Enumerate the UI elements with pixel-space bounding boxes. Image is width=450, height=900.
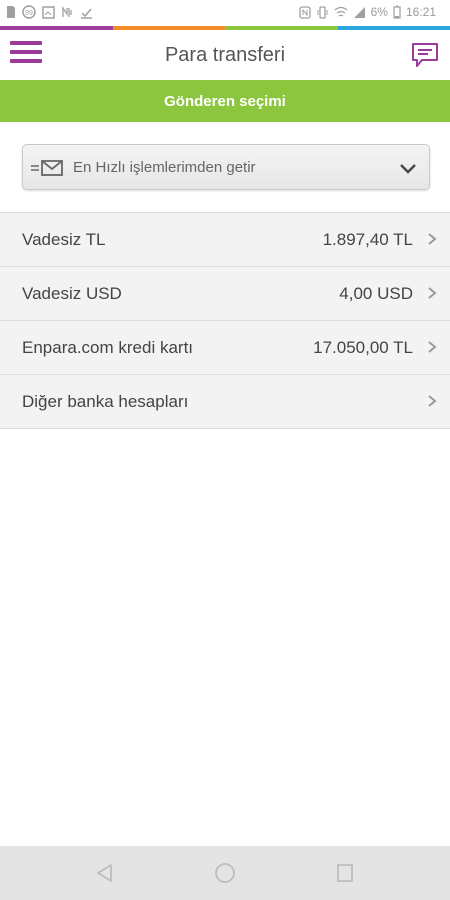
- account-row-other-banks[interactable]: Diğer banka hesapları: [0, 375, 450, 429]
- image-notification-icon: [42, 5, 55, 19]
- sender-selection-banner: Gönderen seçimi: [0, 80, 450, 122]
- chevron-right-icon: [428, 233, 437, 245]
- recents-icon[interactable]: [333, 861, 357, 885]
- envelope-transfer-icon: [31, 160, 63, 176]
- quick-select-label: En Hızlı işlemlerimden getir: [73, 159, 256, 176]
- chevron-right-icon: [428, 395, 437, 407]
- status-system: 6% 16:21: [298, 5, 436, 19]
- chevron-down-icon: [400, 164, 416, 174]
- account-balance: 17.050,00 TL: [313, 338, 413, 357]
- download-done-icon: [81, 8, 92, 19]
- account-name: Vadesiz TL: [22, 230, 106, 249]
- account-name: Vadesiz USD: [22, 284, 122, 303]
- chat-bubble-icon[interactable]: [410, 40, 440, 70]
- account-row-vadesiz-usd[interactable]: Vadesiz USD 4,00 USD: [0, 267, 450, 321]
- nfc-icon: [298, 5, 311, 19]
- home-icon[interactable]: [213, 861, 237, 885]
- account-balance: 4,00 USD: [339, 284, 413, 303]
- svg-text:99: 99: [25, 10, 33, 17]
- account-row-credit-card[interactable]: Enpara.com kredi kartı 17.050,00 TL: [0, 321, 450, 375]
- quick-select-area: En Hızlı işlemlerimden getir: [0, 122, 450, 212]
- page-title: Para transferi: [164, 44, 286, 66]
- signal-icon: [353, 6, 365, 18]
- quick-transactions-dropdown[interactable]: En Hızlı işlemlerimden getir: [22, 144, 430, 190]
- wifi-icon: [334, 6, 348, 17]
- nfc-status-icon: [62, 5, 72, 17]
- battery-icon: [393, 5, 401, 19]
- status-notifications: 99: [6, 5, 93, 19]
- app-bar: Para transferi: [0, 30, 450, 80]
- banner-label: Gönderen seçimi: [164, 92, 286, 110]
- status-time: 16:21: [405, 5, 436, 19]
- vibrate-icon: [317, 5, 328, 19]
- account-name: Diğer banka hesapları: [22, 392, 189, 411]
- notification-badge-icon: 99: [22, 5, 36, 19]
- sim-card-icon: [7, 6, 15, 18]
- status-bar: 99 6% 16:21: [0, 0, 450, 26]
- account-balance: 1.897,40 TL: [322, 230, 413, 249]
- back-icon[interactable]: [93, 861, 117, 885]
- chevron-right-icon: [428, 341, 437, 353]
- account-row-vadesiz-tl[interactable]: Vadesiz TL 1.897,40 TL: [0, 213, 450, 267]
- battery-percent: 6%: [370, 5, 388, 19]
- chevron-right-icon: [428, 287, 437, 299]
- system-navigation-bar: [0, 846, 450, 900]
- account-list: Vadesiz TL 1.897,40 TL Vadesiz USD 4,00 …: [0, 212, 450, 429]
- account-name: Enpara.com kredi kartı: [22, 338, 194, 357]
